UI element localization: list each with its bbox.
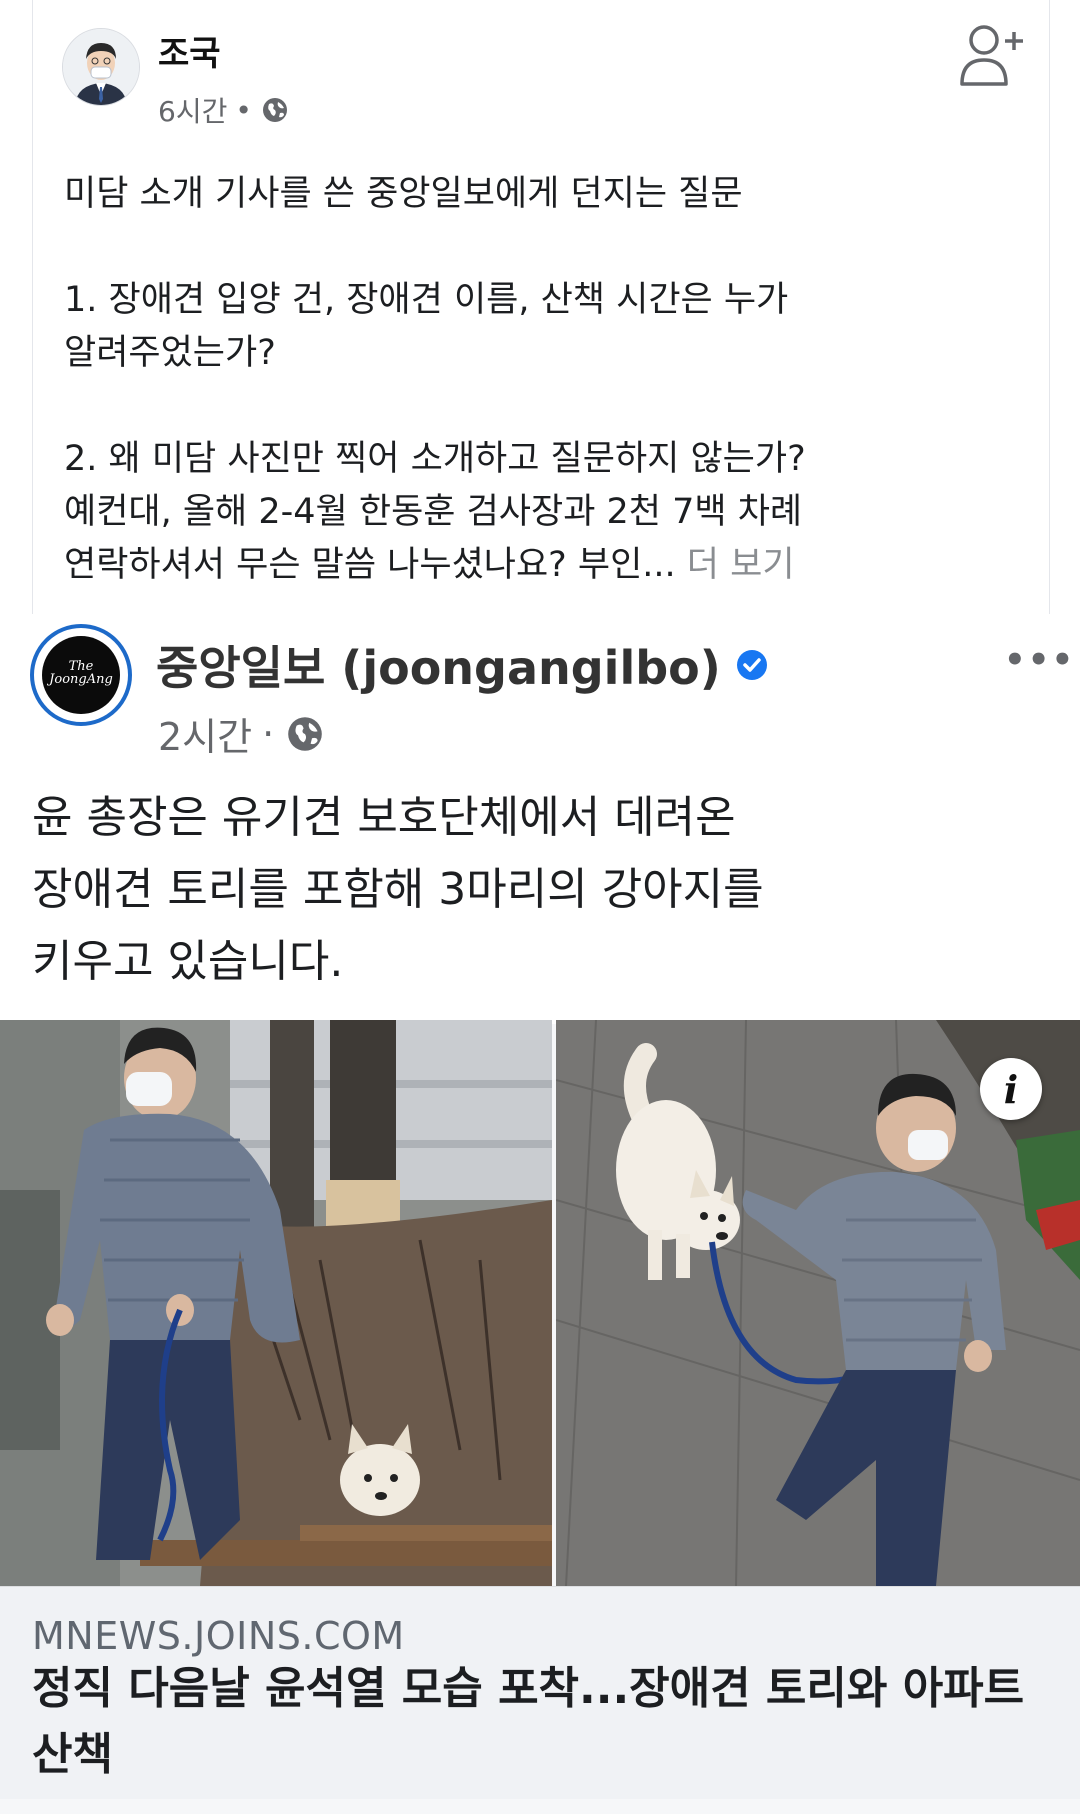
page-name-text[interactable]: 중앙일보 (joongangilbo) [156, 632, 721, 698]
shared-meta: 2시간 · [158, 706, 326, 761]
info-icon[interactable]: i [980, 1058, 1042, 1120]
post-intro: 미담 소개 기사를 쓴 중앙일보에게 던지는 질문 [64, 174, 743, 214]
globe-icon [262, 98, 287, 122]
post-body: 미담 소개 기사를 쓴 중앙일보에게 던지는 질문 1. 장애견 입양 건, 장… [64, 168, 994, 592]
question-1-line-2: 알려주었는가? [64, 333, 276, 373]
question-1-line-1: 1. 장애견 입양 건, 장애견 이름, 산책 시간은 누가 [64, 280, 789, 320]
author-avatar[interactable] [62, 28, 140, 106]
link-title[interactable]: 정직 다음날 윤석열 모습 포착...장애견 토리와 아파트 산책 [32, 1656, 1052, 1788]
more-options-icon[interactable]: ••• [1004, 640, 1075, 680]
shared-meta-separator: · [262, 711, 275, 756]
link-domain[interactable]: MNEWS.JOINS.COM [32, 1614, 405, 1658]
page-name: 중앙일보 (joongangilbo) [156, 632, 769, 698]
see-more-link[interactable]: 더 보기 [687, 545, 795, 585]
shared-text-line-3: 키우고 있습니다. [32, 936, 344, 987]
question-2-line-1: 2. 왜 미담 사진만 찍어 소개하고 질문하지 않는가? [64, 439, 806, 479]
shared-text-line-1: 윤 총장은 유기견 보호단체에서 데려온 [32, 792, 736, 843]
verified-badge-icon [736, 650, 767, 680]
shared-text: 윤 총장은 유기견 보호단체에서 데려온 장애견 토리를 포함해 3마리의 강아… [32, 782, 1032, 998]
post-time[interactable]: 6시간 [158, 90, 227, 130]
meta-separator: • [235, 93, 252, 127]
globe-icon [288, 716, 323, 751]
question-2-line-3-text: 연락하셔서 무슨 말씀 나누셨나요? 부인... [64, 545, 676, 585]
question-2-line-3: 연락하셔서 무슨 말씀 나누셨나요? 부인... 더 보기 [64, 539, 994, 592]
link-title-line-2: 산책 [32, 1729, 113, 1780]
logo-line-2: JoongAng [49, 672, 113, 687]
add-friend-icon[interactable] [958, 22, 1028, 88]
author-name[interactable]: 조국 [158, 26, 221, 75]
joongang-logo-icon: The JoongAng [42, 636, 120, 714]
link-title-line-1: 정직 다음날 윤석열 모습 포착...장애견 토리와 아파트 [32, 1663, 1025, 1714]
post-meta: 6시간 • [158, 90, 290, 130]
shared-text-line-2: 장애견 토리를 포함해 3마리의 강아지를 [32, 864, 764, 915]
article-photos[interactable] [0, 1020, 1080, 1586]
shared-time[interactable]: 2시간 [158, 706, 252, 761]
photo-left[interactable] [0, 1020, 552, 1586]
page-logo[interactable]: The JoongAng [30, 624, 132, 726]
question-2-line-2: 예컨대, 올해 2-4월 한동훈 검사장과 2천 7백 차례 [64, 492, 803, 532]
